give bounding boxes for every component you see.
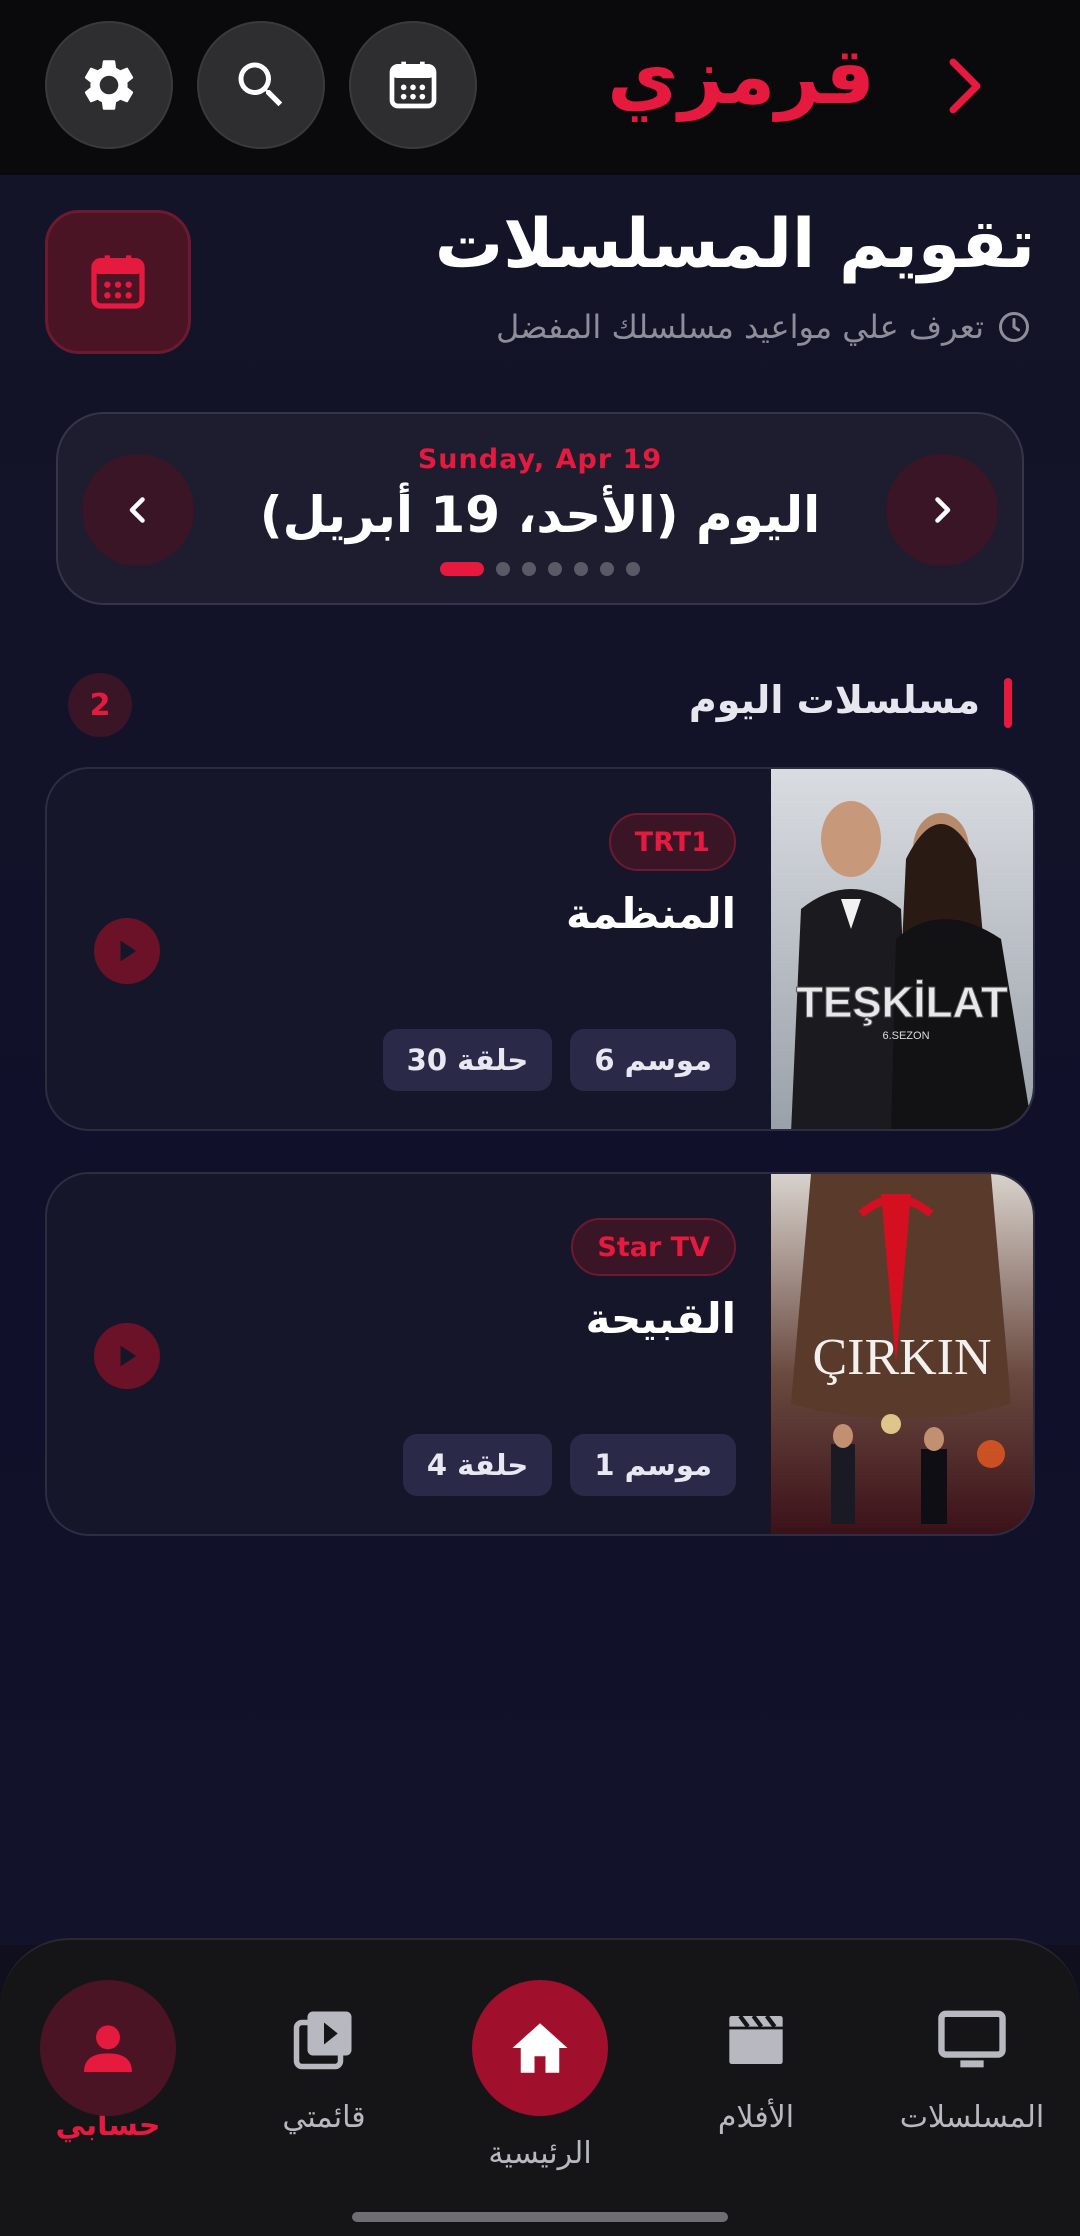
nav-movies[interactable]: الأفلام [656,1980,856,2135]
nav-series[interactable]: المسلسلات [872,1980,1072,2135]
nav-label: الأفلام [717,2100,795,2135]
calendar-button[interactable] [349,21,477,149]
back-button[interactable] [940,55,990,121]
calendar-icon [389,61,437,109]
page-dot[interactable] [626,562,640,576]
tv-icon [938,2010,1006,2068]
calendar-icon [91,255,145,309]
play-button[interactable] [94,1323,160,1389]
page-dot[interactable] [574,562,588,576]
show-title: المنظمة [565,889,736,938]
show-meta: موسم 6 حلقة 30 [382,1029,736,1091]
play-icon [120,940,137,962]
clock-icon [999,312,1029,342]
page-dot[interactable] [522,562,536,576]
page-dot[interactable] [496,562,510,576]
poster-title: TEŞKİLAT [796,978,1008,1027]
season-pill: موسم 6 [570,1029,736,1091]
date-english: Sunday, Apr 19 [417,444,663,475]
nav-account[interactable]: حسابي [8,1980,208,2143]
search-button[interactable] [197,21,325,149]
date-page-dots [58,562,1022,576]
channel-badge: Star TV [571,1218,736,1276]
settings-button[interactable] [45,21,173,149]
top-app-bar: قرمزي [0,0,1080,175]
poster-subtitle: 6.SEZON [882,1030,929,1042]
episode-pill: حلقة 30 [382,1029,553,1091]
bottom-navigation: حسابي قائمتي الرئيسية الأفلام المسلسلات [0,1938,1080,2236]
show-title: القبيحة [585,1294,736,1343]
nav-label: المسلسلات [899,2100,1045,2135]
show-poster: TEŞKİLAT 6.SEZON [771,769,1033,1129]
page-dot[interactable] [600,562,614,576]
date-selector: Sunday, Apr 19 اليوم (الأحد، 19 أبريل) [56,412,1024,605]
home-indicator [352,2212,728,2222]
chevron-right-icon [935,497,951,523]
home-icon [512,2023,568,2073]
page-title: تقويم المسلسلات [434,205,1035,284]
nav-label: الرئيسية [488,2136,592,2171]
nav-my-list[interactable]: قائمتي [224,1980,424,2135]
channel-badge: TRT1 [608,813,736,871]
subtitle-text: تعرف علي مواعيد مسلسلك المفضل [495,308,984,346]
poster-image: TEŞKİLAT 6.SEZON [771,769,1033,1129]
page-subtitle: تعرف علي مواعيد مسلسلك المفضل [496,308,1032,346]
app-logo-text: قرمزي [607,32,875,122]
episode-pill: حلقة 4 [402,1434,553,1496]
search-icon [238,62,283,107]
play-button[interactable] [94,918,160,984]
show-meta: موسم 1 حلقة 4 [402,1434,736,1496]
show-poster: ÇIRKIN [771,1174,1033,1534]
next-day-button[interactable] [886,454,998,566]
shows-count-badge: 2 [68,673,132,737]
page-dot[interactable] [548,562,562,576]
show-card[interactable]: TEŞKİLAT 6.SEZON TRT1 المنظمة موسم 6 حلق… [45,767,1035,1131]
clapperboard-icon [729,2014,783,2064]
nav-label: قائمتي [282,2100,366,2135]
playlist-icon [293,2011,352,2070]
person-icon [84,2025,132,2072]
gear-icon [84,60,134,110]
page-dot[interactable] [440,562,484,576]
section-title: مسلسلات اليوم [688,678,980,722]
chevron-right-icon [949,58,981,114]
section-accent-bar [1004,678,1012,728]
calendar-badge [45,210,191,354]
play-icon [120,1345,137,1367]
nav-home[interactable]: الرئيسية [440,1980,640,2171]
poster-title: ÇIRKIN [812,1329,991,1386]
date-arabic: اليوم (الأحد، 19 أبريل) [259,486,821,544]
show-card[interactable]: ÇIRKIN Star TV القبيحة موسم 1 حلقة 4 [45,1172,1035,1536]
season-pill: موسم 1 [570,1434,736,1496]
poster-image: ÇIRKIN [771,1174,1033,1534]
